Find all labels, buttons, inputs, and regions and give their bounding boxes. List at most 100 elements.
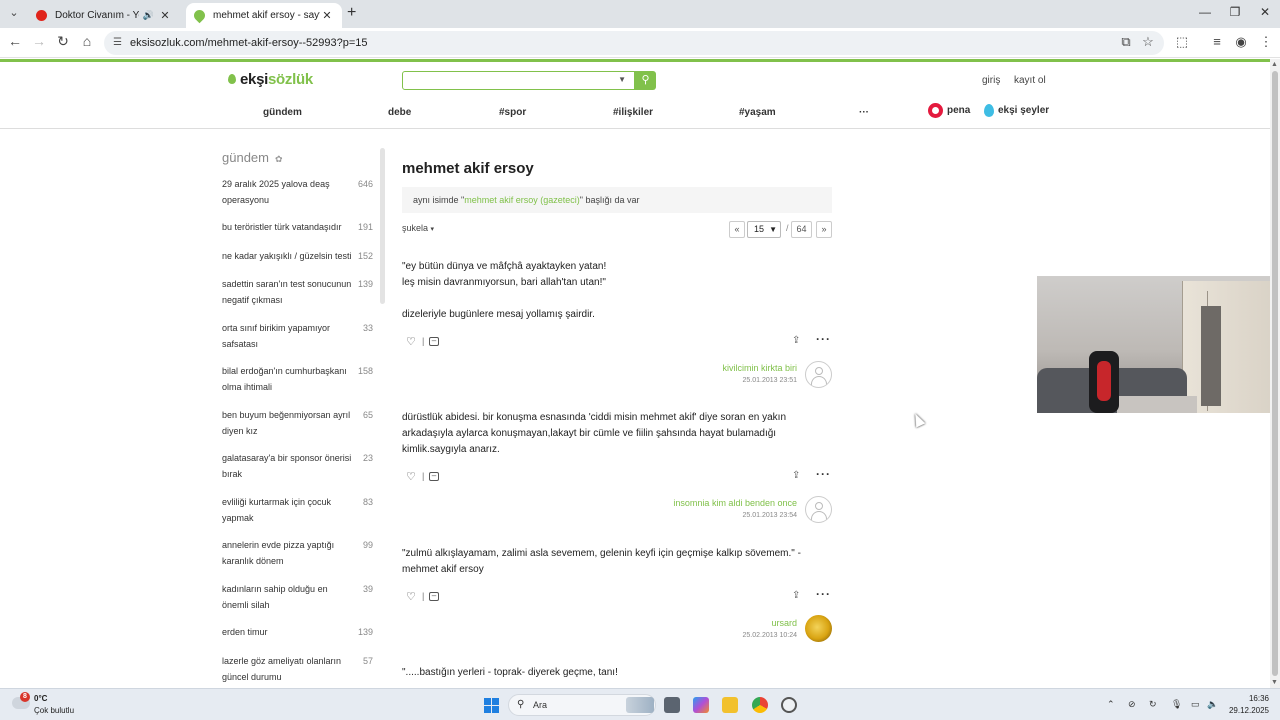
sidebar-topic[interactable]: erden timur 139	[222, 625, 382, 641]
scrollbar-thumb[interactable]	[1272, 71, 1278, 676]
minimize-icon[interactable]: —	[1190, 5, 1220, 19]
sidebar-topic[interactable]: annelerin evde pizza yaptığı karanlık dö…	[222, 538, 382, 569]
notice-link[interactable]: mehmet akif ersoy (gazeteci)	[464, 195, 580, 205]
pager-prev-button[interactable]: «	[729, 221, 745, 238]
nav-gundem[interactable]: gündem	[263, 107, 302, 118]
tab-search-icon[interactable]: ⌄	[6, 5, 22, 21]
entry-date[interactable]: 25.01.2013 23:51	[597, 377, 798, 384]
nav-pena[interactable]: pena	[947, 105, 970, 116]
media-control-icon[interactable]: ≡	[1208, 34, 1226, 49]
pager-next-button[interactable]: »	[816, 221, 832, 238]
copilot-icon[interactable]	[693, 697, 709, 713]
install-app-icon[interactable]: ⧉	[1117, 34, 1135, 50]
nav-more[interactable]: ···	[859, 107, 869, 118]
login-link[interactable]: giriş	[982, 75, 1000, 86]
sort-dropdown[interactable]: şukela ▾	[402, 223, 434, 233]
sidebar-topic[interactable]: galatasaray'a bir sponsor önerisi bırak 2…	[222, 451, 382, 482]
downvote-icon[interactable]: –	[429, 472, 439, 481]
clock-time[interactable]: 16:36	[1229, 694, 1269, 703]
back-icon[interactable]: ←	[5, 33, 25, 49]
new-tab-icon[interactable]: +	[347, 4, 356, 22]
more-options-icon[interactable]: ···	[816, 587, 831, 601]
sidebar-topic[interactable]: ne kadar yakışıklı / güzelsin testi 152	[222, 249, 382, 265]
tab-youtube[interactable]: Doktor Civanım - YouTube 🔊 ✕	[28, 3, 180, 28]
sidebar-topic[interactable]: orta sınıf birikim yapamıyor safsatası 33	[222, 321, 382, 352]
extensions-icon[interactable]: ⬚	[1173, 34, 1191, 50]
close-tab-icon[interactable]: ✕	[158, 9, 172, 22]
network-icon[interactable]: ⊘	[1128, 699, 1136, 710]
share-icon[interactable]: ⇪	[792, 590, 800, 601]
search-button[interactable]: ⚲	[635, 71, 656, 90]
close-tab-icon[interactable]: ✕	[320, 9, 334, 22]
microphone-icon[interactable]: 🎙	[1171, 699, 1182, 710]
chrome-icon[interactable]	[752, 697, 768, 713]
search-options-icon[interactable]: ▼	[618, 75, 626, 84]
file-explorer-icon[interactable]	[722, 697, 738, 713]
windows-start-icon[interactable]	[484, 698, 499, 713]
entry-date[interactable]: 25.01.2013 23:54	[597, 512, 798, 519]
more-options-icon[interactable]: ···	[816, 467, 831, 481]
sidebar-topic[interactable]: 29 aralık 2025 yalova deaş operasyonu 646	[222, 177, 382, 208]
register-link[interactable]: kayıt ol	[1014, 75, 1046, 86]
gear-icon[interactable]: ✿	[275, 154, 283, 164]
clock-date[interactable]: 29.12.2025	[1217, 706, 1269, 715]
nav-spor[interactable]: #spor	[499, 107, 526, 118]
chevron-up-icon[interactable]: ⌃	[1107, 699, 1115, 710]
pager-last-button[interactable]: 64	[791, 221, 812, 238]
nav-yasam[interactable]: #yaşam	[739, 107, 776, 118]
home-icon[interactable]: ⌂	[77, 33, 97, 49]
sidebar-topic[interactable]: ben buyum beğenmiyorsan ayrıl diyen kız 6…	[222, 408, 382, 439]
site-info-icon[interactable]: ☰	[113, 31, 122, 55]
downvote-icon[interactable]: –	[429, 337, 439, 346]
menu-icon[interactable]: ⋮	[1257, 34, 1275, 50]
search-input[interactable]: ▼	[402, 71, 635, 90]
speaker-icon[interactable]: 🔊	[143, 10, 154, 21]
favorite-heart-icon[interactable]: ♡	[406, 470, 416, 483]
maximize-icon[interactable]: ❐	[1220, 5, 1250, 19]
forward-icon[interactable]: →	[29, 33, 49, 49]
favorite-heart-icon[interactable]: ♡	[406, 335, 416, 348]
address-bar[interactable]: ☰ eksisozluk.com/mehmet-akif-ersoy--5299…	[104, 31, 1164, 55]
entry-author[interactable]: insomnia kim aldi benden once	[597, 498, 797, 508]
app-icon[interactable]	[781, 697, 797, 713]
reload-icon[interactable]: ↻	[53, 33, 73, 50]
avatar[interactable]	[805, 615, 832, 642]
page-scrollbar[interactable]: ▲ ▼	[1270, 59, 1280, 688]
entry-author[interactable]: kivilcimin kirkta biri	[597, 363, 797, 373]
scroll-down-icon[interactable]: ▼	[1271, 679, 1278, 686]
site-logo[interactable]: ekşisözlük	[228, 71, 313, 88]
share-icon[interactable]: ⇪	[792, 335, 800, 346]
sidebar-topic[interactable]: bu teröristler türk vatandaşıdır 191	[222, 220, 382, 236]
tab-eksisozluk[interactable]: mehmet akif ersoy - sayfa 15 - ✕	[186, 3, 342, 28]
sidebar-topic[interactable]: sadettin saran'ın test sonucunun negatif…	[222, 277, 382, 308]
profile-avatar-icon[interactable]: ◉	[1232, 34, 1250, 50]
entry-date[interactable]: 25.02.2013 10:24	[597, 632, 798, 639]
sync-icon[interactable]: ↻	[1149, 699, 1157, 710]
weather-desc[interactable]: Çok bulutlu	[34, 706, 74, 715]
more-options-icon[interactable]: ···	[816, 332, 831, 346]
close-window-icon[interactable]: ✕	[1250, 5, 1280, 19]
sidebar-topic[interactable]: lazerle göz ameliyatı olanların güncel d…	[222, 654, 382, 685]
scroll-up-icon[interactable]: ▲	[1271, 61, 1278, 68]
downvote-icon[interactable]: –	[429, 592, 439, 601]
sidebar-topic[interactable]: bilal erdoğan'ın cumhurbaşkanı olma ihti…	[222, 364, 382, 395]
display-icon[interactable]: ▭	[1191, 699, 1200, 710]
avatar[interactable]	[805, 496, 832, 523]
avatar[interactable]	[805, 361, 832, 388]
nav-debe[interactable]: debe	[388, 107, 411, 118]
search-highlight-icon[interactable]	[626, 697, 654, 713]
sidebar-topic[interactable]: evliliği kurtarmak için çocuk yapmak 83	[222, 495, 382, 526]
bookmark-star-icon[interactable]: ☆	[1139, 34, 1157, 50]
entry-author[interactable]: ursard	[597, 618, 797, 628]
sidebar-topic[interactable]: kadınların sahip olduğu en önemli silah 3…	[222, 582, 382, 613]
sidebar-title[interactable]: gündem ✿	[222, 150, 283, 165]
page-title[interactable]: mehmet akif ersoy	[402, 160, 534, 177]
share-icon[interactable]: ⇪	[792, 470, 800, 481]
task-view-icon[interactable]	[664, 697, 680, 713]
topic-title: sadettin saran'ın test sonucunun negatif…	[222, 279, 352, 305]
nav-iliskiler[interactable]: #ilişkiler	[613, 107, 653, 118]
page-select[interactable]: 15 ▼	[747, 221, 781, 238]
weather-temp[interactable]: 0°C	[34, 694, 47, 703]
favorite-heart-icon[interactable]: ♡	[406, 590, 416, 603]
nav-eksi-seyler[interactable]: ekşi şeyler	[998, 105, 1049, 116]
